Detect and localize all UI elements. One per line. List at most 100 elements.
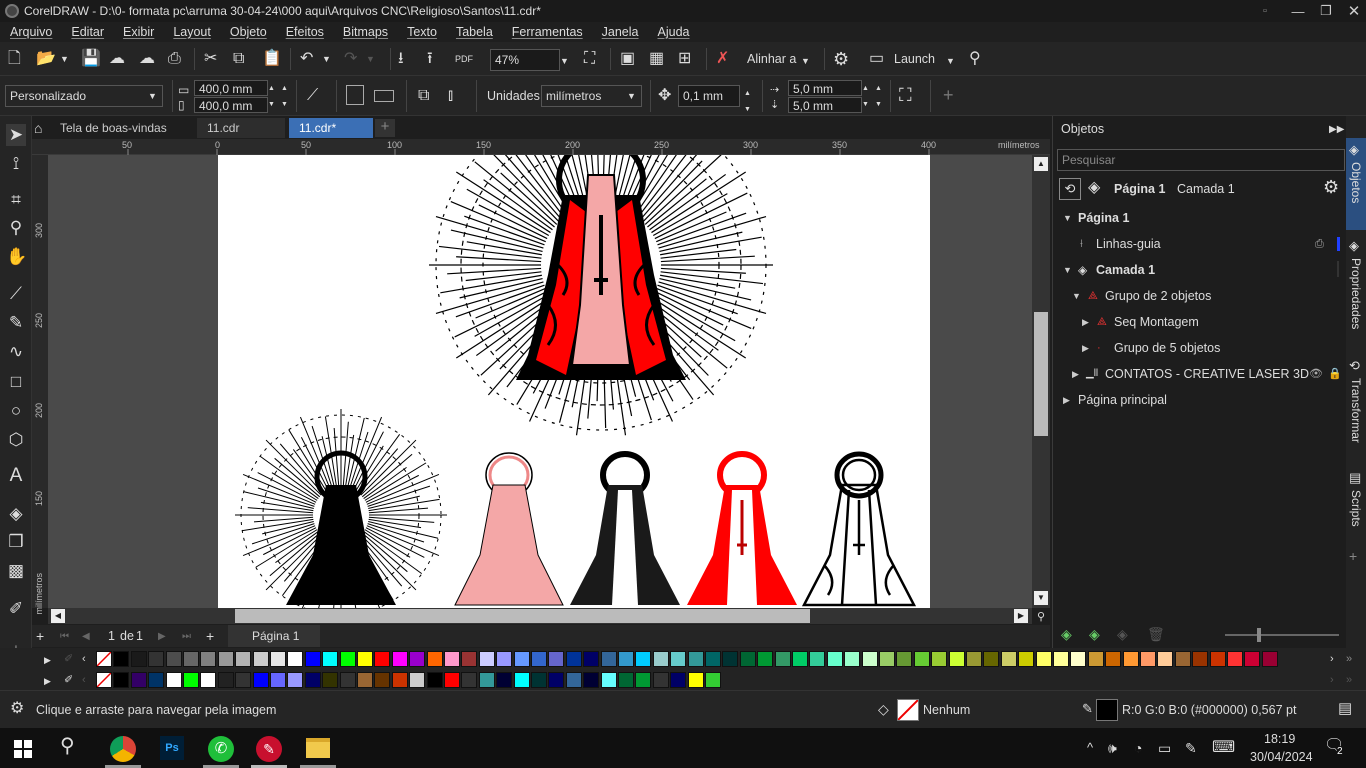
horizontal-ruler[interactable]: 50 0 50 100 150 200 250 300 350 400 milí… <box>32 139 1050 155</box>
menu-efeitos[interactable]: Efeitos <box>276 25 333 39</box>
color-swatch[interactable] <box>1000 651 1017 667</box>
palette-expand-icon[interactable]: » <box>1346 651 1352 667</box>
all-pages-icon[interactable]: ⧉ <box>418 88 429 104</box>
color-swatch[interactable] <box>252 651 269 667</box>
tab-welcome[interactable]: Tela de boas-vindas <box>50 118 200 138</box>
text-tool-icon[interactable]: A <box>6 466 26 485</box>
add-page-after-icon[interactable]: + <box>206 628 214 644</box>
publish-pdf-icon[interactable]: PDF <box>455 51 473 67</box>
nudge-distance-field[interactable]: 0,1 mm <box>678 85 740 107</box>
color-swatch[interactable] <box>322 651 339 667</box>
color-swatch[interactable] <box>739 651 756 667</box>
color-swatch[interactable] <box>600 651 617 667</box>
nudge-spinner-icon[interactable]: ▲ ▼ <box>744 86 751 118</box>
color-swatch[interactable] <box>618 651 634 667</box>
palette-eyedropper-icon[interactable]: ✐ <box>64 651 73 667</box>
tab-11-cdr[interactable]: 11.cdr <box>197 118 285 138</box>
palette-eyedropper-icon[interactable]: ✐ <box>64 672 73 688</box>
docker-expand-icon[interactable]: ▶▶ <box>1329 122 1344 138</box>
zoom-tool-icon[interactable]: ⚲ <box>6 219 26 236</box>
tree-row-grupo-2[interactable]: ▼ ⟁ Grupo de 2 objetos <box>1053 283 1345 309</box>
import-icon[interactable]: ⭳ <box>398 51 404 67</box>
color-swatch[interactable] <box>304 651 321 667</box>
menu-janela[interactable]: Janela <box>592 25 648 39</box>
color-swatch[interactable] <box>792 651 808 667</box>
full-screen-preview-icon[interactable]: ▣ <box>620 51 635 67</box>
dup-x-spinner-icon[interactable]: ▲ ▼ <box>862 81 869 113</box>
color-swatch[interactable] <box>130 672 147 688</box>
menu-exibir[interactable]: Exibir <box>113 25 163 39</box>
vertical-scrollbar[interactable]: ▲ ▼ <box>1032 155 1050 608</box>
color-swatch[interactable] <box>148 672 165 688</box>
page-view-icon[interactable]: ⟲ <box>1059 178 1081 200</box>
cloud-upload-icon[interactable]: ☁ <box>109 51 125 67</box>
objects-search-input[interactable]: Pesquisar <box>1057 149 1345 171</box>
color-swatch[interactable] <box>1018 651 1035 667</box>
color-swatch[interactable] <box>1192 651 1209 667</box>
new-tab-icon[interactable]: + <box>375 119 395 137</box>
palette-expand-icon[interactable]: » <box>1346 672 1352 688</box>
color-swatch[interactable] <box>531 651 547 667</box>
freehand-tool-icon[interactable]: ⟋ <box>6 285 26 302</box>
transparency-icon[interactable]: ▩ <box>6 562 26 579</box>
navigator-zoom-icon[interactable]: ⚲ <box>1033 609 1049 623</box>
color-swatch[interactable] <box>513 672 530 688</box>
color-swatch[interactable] <box>652 672 669 688</box>
color-swatch[interactable] <box>374 672 391 688</box>
launch-label[interactable]: Launch <box>894 52 935 66</box>
new-master-layer-icon[interactable]: ◈ <box>1089 626 1100 642</box>
vertical-scroll-thumb[interactable] <box>1034 312 1048 436</box>
page-width-field[interactable]: 400,0 mm <box>194 80 268 96</box>
side-tab-scripts[interactable]: ▤ Scripts <box>1346 466 1366 556</box>
tree-row-grupo-5[interactable]: ▶ · Grupo de 5 objetos <box>1053 335 1345 361</box>
color-swatch[interactable] <box>1070 651 1087 667</box>
color-swatch[interactable] <box>1053 651 1069 667</box>
scroll-right-icon[interactable]: ▶ <box>1014 609 1028 623</box>
tab-11-cdr-active[interactable]: 11.cdr* <box>289 118 373 138</box>
wifi-icon[interactable]: ◔ <box>1134 740 1142 756</box>
color-swatch[interactable] <box>130 651 147 667</box>
color-swatch[interactable] <box>1174 651 1191 667</box>
snap-off-icon[interactable]: ✗ <box>716 51 729 67</box>
show-guidelines-icon[interactable]: ⊞ <box>678 51 691 67</box>
color-swatch[interactable] <box>635 651 652 667</box>
color-swatch[interactable] <box>1105 651 1122 667</box>
color-swatch[interactable] <box>548 651 565 667</box>
color-swatch[interactable] <box>896 651 913 667</box>
transform-page-icon[interactable]: ⟋ <box>307 88 318 104</box>
color-swatch[interactable] <box>461 651 478 667</box>
horizontal-scrollbar[interactable]: ◀ ▶ <box>48 608 1032 624</box>
add-page-before-icon[interactable]: + <box>36 628 44 644</box>
horizontal-scroll-thumb[interactable] <box>235 609 810 623</box>
color-swatch[interactable] <box>461 672 478 688</box>
color-swatch[interactable] <box>357 651 373 667</box>
page-border-icon[interactable]: ⛶ <box>899 86 912 104</box>
units-dropdown-icon[interactable]: ▼ <box>627 88 636 104</box>
clock-time[interactable]: 18:19 <box>1264 732 1295 746</box>
tree-row-seq-montagem[interactable]: ▶ ⟁ Seq Montagem <box>1053 309 1345 335</box>
color-swatch[interactable] <box>652 651 669 667</box>
color-swatch[interactable] <box>913 651 930 667</box>
maximize-button[interactable]: ❐ <box>1311 0 1341 22</box>
ellipse-tool-icon[interactable]: ○ <box>6 402 26 419</box>
keyboard-icon[interactable]: ⌨ <box>1212 740 1235 756</box>
clock-date[interactable]: 30/04/2024 <box>1250 750 1313 764</box>
shape-tool-icon[interactable]: ⟟ <box>6 155 26 172</box>
minimize-button[interactable]: — <box>1283 0 1313 22</box>
color-swatch[interactable] <box>426 672 443 688</box>
color-swatch[interactable] <box>217 672 234 688</box>
color-swatch[interactable] <box>705 651 721 667</box>
color-swatch[interactable] <box>426 651 443 667</box>
color-swatch[interactable] <box>757 651 774 667</box>
tree-row-pagina-1[interactable]: ▼ Página 1 <box>1053 205 1345 231</box>
color-swatch[interactable] <box>252 672 269 688</box>
delete-icon[interactable]: 🗑 <box>1147 626 1165 642</box>
color-swatch[interactable] <box>409 651 426 667</box>
volume-icon[interactable]: 🕪 <box>1108 740 1117 756</box>
pan-tool-icon[interactable]: ✋ <box>6 248 27 265</box>
open-icon[interactable]: 📂 <box>36 51 56 67</box>
color-swatch[interactable] <box>217 651 234 667</box>
expand-arrow-icon[interactable]: ▼ <box>1063 205 1072 231</box>
coreldraw-taskbar-icon[interactable]: ✎ <box>256 736 282 762</box>
tree-row-pagina-principal[interactable]: ▶ Página principal <box>1053 387 1345 413</box>
